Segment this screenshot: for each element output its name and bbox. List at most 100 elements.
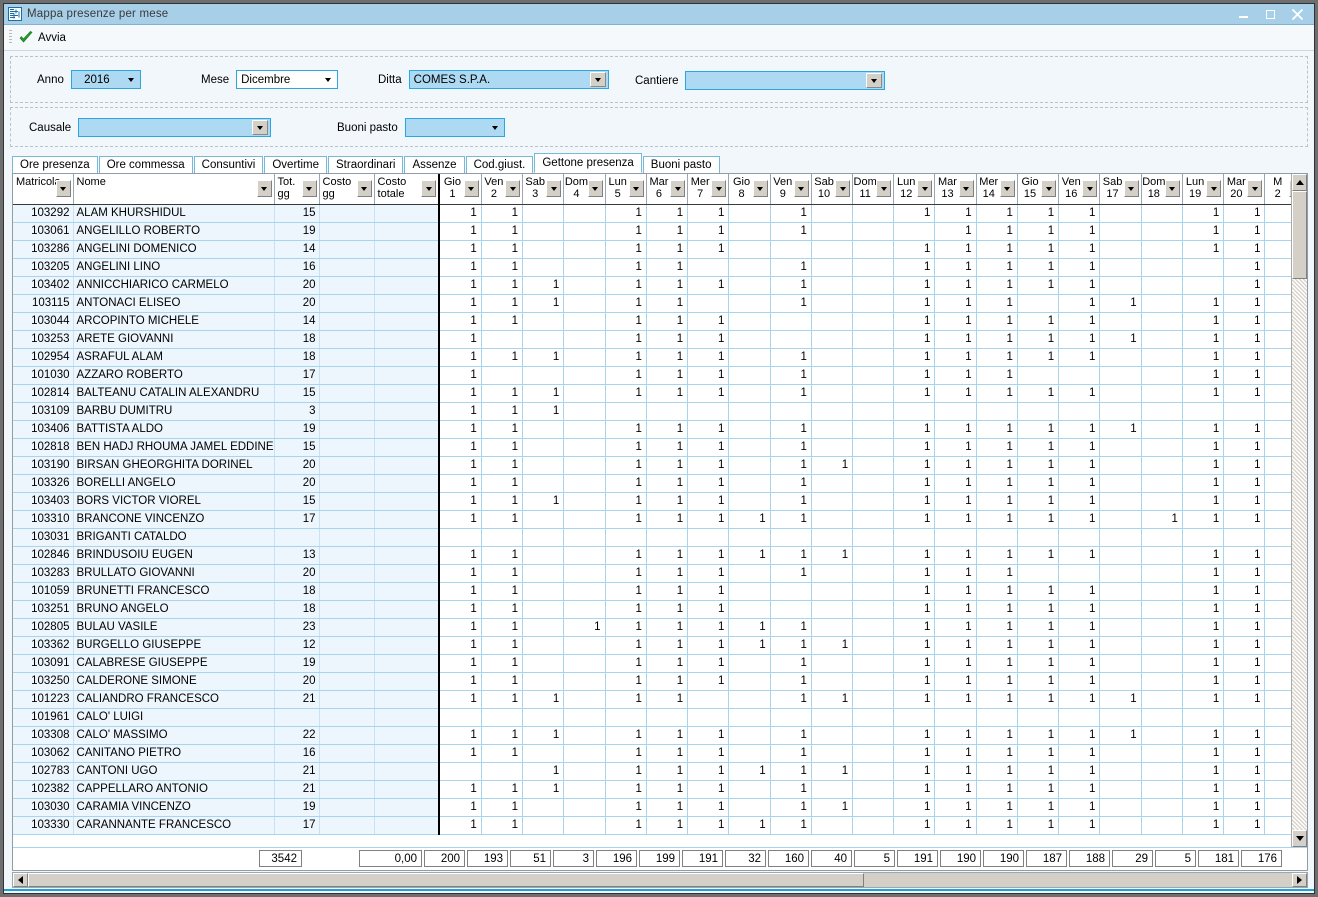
chevron-down-icon[interactable]	[252, 120, 269, 135]
column-header-day-5[interactable]: Lun 5	[605, 174, 647, 205]
chevron-down-icon[interactable]	[589, 72, 606, 87]
table-row[interactable]: 1111111111111	[440, 312, 1307, 331]
buoni-pasto-select[interactable]	[404, 118, 505, 137]
table-row[interactable]: 102954 ASRAFUL ALAM 18	[13, 348, 441, 367]
column-filter-icon[interactable]	[505, 180, 521, 197]
table-row[interactable]: 102805 BULAU VASILE 23	[13, 618, 441, 637]
column-header-day-10[interactable]: Sab 10	[811, 174, 854, 205]
table-row[interactable]: 103250 CALDERONE SIMONE 20	[13, 672, 441, 691]
scroll-left-icon[interactable]	[13, 873, 28, 887]
table-row[interactable]: 11111111111111	[440, 438, 1307, 457]
table-row[interactable]: 1111111111111	[440, 330, 1307, 349]
tab-overtime[interactable]: Overtime	[264, 156, 328, 173]
table-row[interactable]: 103362 BURGELLO GIUSEPPE 12	[13, 636, 441, 655]
table-row[interactable]: 103283 BRULLATO GIOVANNI 20	[13, 564, 441, 583]
column-header-day-18[interactable]: Dom 18	[1141, 174, 1183, 205]
scroll-up-icon[interactable]	[1292, 174, 1307, 191]
table-row[interactable]: 103308 CALO' MASSIMO 22	[13, 726, 441, 745]
table-row[interactable]: 103109 BARBU DUMITRU 3	[13, 402, 441, 421]
column-filter-icon[interactable]	[752, 180, 768, 197]
column-header-day-16[interactable]: Ven 16	[1058, 174, 1101, 205]
table-row[interactable]: 103292 ALAM KHURSHIDUL 15	[13, 204, 441, 223]
anno-select[interactable]: 2016	[70, 70, 141, 89]
column-filter-icon[interactable]	[55, 180, 71, 197]
vertical-scrollbar[interactable]	[1291, 174, 1307, 847]
column-filter-icon[interactable]	[356, 180, 372, 197]
hscroll-track[interactable]	[28, 873, 1292, 887]
table-row[interactable]: 103030 CARAMIA VINCENZO 19	[13, 798, 441, 817]
avvia-button[interactable]: Avvia	[17, 30, 72, 45]
table-row[interactable]: 111111111111111	[440, 816, 1307, 835]
table-row[interactable]: 103190 BIRSAN GHEORGHITA DORINEL 20	[13, 456, 441, 475]
column-filter-icon[interactable]	[421, 180, 437, 197]
column-header-tot[interactable]: Tot. gg	[274, 174, 320, 205]
table-row[interactable]: 111111111111111	[440, 780, 1307, 799]
close-icon[interactable]	[1291, 8, 1304, 21]
table-row[interactable]: 1111111111111111	[440, 510, 1307, 529]
table-row[interactable]: 1111111111111111	[440, 690, 1307, 709]
table-row[interactable]: 103062 CANITANO PIETRO 16	[13, 744, 441, 763]
table-row[interactable]: 103115 ANTONACI ELISEO 20	[13, 294, 441, 313]
table-row[interactable]: 102846 BRINDUSOIU EUGEN 13	[13, 546, 441, 565]
table-row[interactable]: 103402 ANNICCHIARICO CARMELO 20	[13, 276, 441, 295]
tab-straordinari[interactable]: Straordinari	[328, 156, 404, 173]
table-row[interactable]: 102814 BALTEANU CATALIN ALEXANDRU 15	[13, 384, 441, 403]
column-header-day-3[interactable]: Sab 3	[522, 174, 565, 205]
ditta-select[interactable]: COMES S.P.A.	[408, 70, 609, 89]
table-row[interactable]: 1111111111111	[440, 240, 1307, 259]
table-row[interactable]: 101223 CALIANDRO FRANCESCO 21	[13, 690, 441, 709]
tab-ore-presenza[interactable]: Ore presenza	[12, 156, 98, 173]
table-row[interactable]: 103286 ANGELINI DOMENICO 14	[13, 240, 441, 259]
table-row[interactable]: 1111111111111111	[440, 618, 1307, 637]
column-filter-icon[interactable]	[1041, 180, 1057, 197]
column-header-day-19[interactable]: Lun 19	[1182, 174, 1225, 205]
table-row[interactable]: 102818 BEN HADJ RHOUMA JAMEL EDDINE 15	[13, 438, 441, 457]
column-header-day-20[interactable]: Mar 20	[1223, 174, 1266, 205]
column-header-day-1[interactable]: Gio 1	[440, 174, 482, 205]
column-filter-icon[interactable]	[1123, 180, 1139, 197]
table-row[interactable]: 103044 ARCOPINTO MICHELE 14	[13, 312, 441, 331]
column-header-day-4[interactable]: Dom 4	[563, 174, 606, 205]
column-header-day-15[interactable]: Gio 15	[1017, 174, 1060, 205]
causale-select[interactable]	[78, 118, 272, 137]
table-row[interactable]: 102382 CAPPELLARO ANTONIO 21	[13, 780, 441, 799]
column-filter-icon[interactable]	[301, 180, 317, 197]
table-row[interactable]: 1111111111111111	[440, 636, 1307, 655]
column-header-day-7[interactable]: Mer 7	[687, 174, 730, 205]
column-filter-icon[interactable]	[256, 180, 272, 197]
hscroll-thumb[interactable]	[28, 873, 864, 887]
column-filter-icon[interactable]	[670, 180, 686, 197]
table-row[interactable]: 102783 CANTONI UGO 21	[13, 762, 441, 781]
column-filter-icon[interactable]	[793, 180, 809, 197]
table-row[interactable]: 103205 ANGELINI LINO 16	[13, 258, 441, 277]
column-header-day-14[interactable]: Mer 14	[976, 174, 1018, 205]
column-filter-icon[interactable]	[1082, 180, 1098, 197]
table-row[interactable]: 11111111111111	[440, 474, 1307, 493]
table-row[interactable]: 111111111111	[440, 258, 1307, 277]
table-row[interactable]: 101030 AZZARO ROBERTO 17	[13, 366, 441, 385]
scroll-right-icon[interactable]	[1292, 873, 1307, 887]
table-row[interactable]: 103253 ARETE GIOVANNI 18	[13, 330, 441, 349]
column-filter-icon[interactable]	[1206, 180, 1222, 197]
table-row[interactable]: 111111111111111	[440, 420, 1307, 439]
vscroll-track[interactable]	[1292, 191, 1307, 830]
tab-gettone-presenza[interactable]: Gettone presenza	[534, 153, 642, 173]
table-row[interactable]	[440, 528, 1307, 547]
cantiere-select[interactable]	[685, 71, 886, 90]
table-row[interactable]: 1111111111111111	[440, 546, 1307, 565]
table-row[interactable]: 103310 BRANCONE VINCENZO 17	[13, 510, 441, 529]
minimize-icon[interactable]	[1237, 8, 1250, 21]
table-row[interactable]: 103091 CALABRESE GIUSEPPE 19	[13, 654, 441, 673]
table-row[interactable]	[440, 708, 1307, 727]
column-filter-icon[interactable]	[999, 180, 1015, 197]
column-filter-icon[interactable]	[1164, 180, 1180, 197]
table-row[interactable]: 103061 ANGELILLO ROBERTO 19	[13, 222, 441, 241]
column-header-costo[interactable]: Costo totale	[374, 174, 441, 205]
tab-ore-commessa[interactable]: Ore commessa	[98, 156, 193, 173]
table-row[interactable]: 1111111111111	[440, 600, 1307, 619]
table-row[interactable]: 11111111111111	[440, 672, 1307, 691]
table-row[interactable]: 103251 BRUNO ANGELO 18	[13, 600, 441, 619]
column-header-day-9[interactable]: Ven 9	[770, 174, 812, 205]
table-row[interactable]: 1111111111111	[440, 582, 1307, 601]
column-filter-icon[interactable]	[958, 180, 974, 197]
